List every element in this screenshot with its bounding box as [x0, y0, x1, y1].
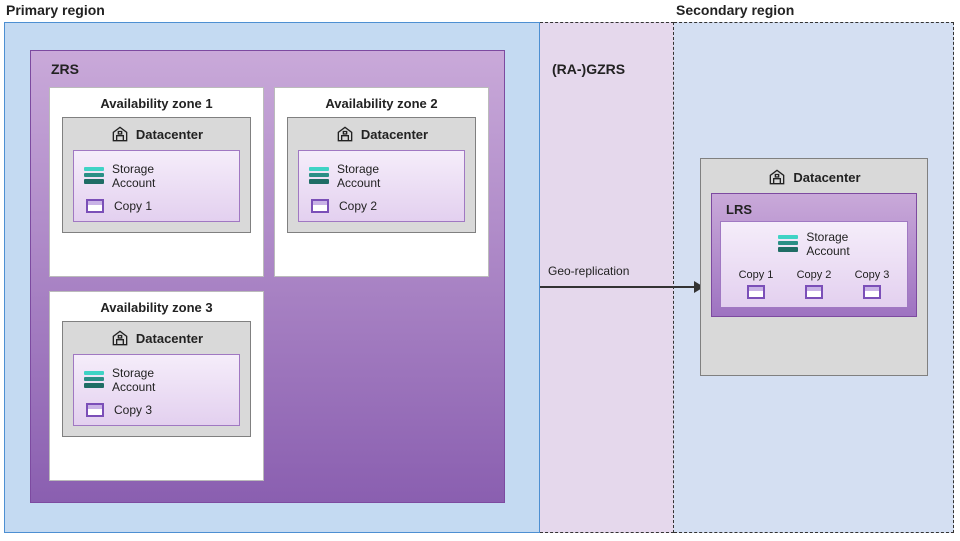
secondary-storage-label: Storage Account — [806, 230, 849, 259]
az2-storage-box: Storage Account Copy 2 — [298, 150, 465, 222]
copy-icon — [863, 285, 881, 299]
copy-icon — [86, 199, 104, 213]
az3-copy-label: Copy 3 — [114, 403, 152, 417]
az1-dc-label: Datacenter — [136, 127, 203, 142]
secondary-datacenter: Datacenter LRS Storage Account Copy 1 Co… — [700, 158, 928, 376]
datacenter-icon — [110, 124, 130, 144]
lrs-copy-2-label: Copy 2 — [797, 269, 832, 281]
lrs-copy-3-label: Copy 3 — [855, 269, 890, 281]
storage-account-icon — [778, 235, 798, 253]
lrs-storage-box: Storage Account Copy 1 Copy 2 Copy 3 — [720, 221, 908, 308]
az3-datacenter: Datacenter Storage Account Copy 3 — [62, 321, 251, 437]
copy-icon — [805, 285, 823, 299]
az1-storage-label: Storage Account — [112, 162, 155, 191]
az3-title: Availability zone 3 — [50, 292, 263, 321]
geo-replication-label: Geo-replication — [548, 264, 629, 278]
copy-icon — [747, 285, 765, 299]
primary-region-label: Primary region — [6, 2, 105, 18]
storage-account-icon — [309, 167, 329, 185]
datacenter-icon — [335, 124, 355, 144]
gzrs-label: (RA-)GZRS — [552, 61, 625, 77]
az2-copy-label: Copy 2 — [339, 199, 377, 213]
availability-zone-1: Availability zone 1 Datacenter Storage A… — [49, 87, 264, 277]
lrs-container: LRS Storage Account Copy 1 Copy 2 Copy 3 — [711, 193, 917, 317]
availability-zone-2: Availability zone 2 Datacenter Storage A… — [274, 87, 489, 277]
lrs-copy-1-label: Copy 1 — [739, 269, 774, 281]
az3-storage-box: Storage Account Copy 3 — [73, 354, 240, 426]
az2-title: Availability zone 2 — [275, 88, 488, 117]
storage-account-icon — [84, 371, 104, 389]
secondary-dc-label: Datacenter — [793, 170, 860, 185]
datacenter-icon — [767, 167, 787, 187]
az1-copy-label: Copy 1 — [114, 199, 152, 213]
lrs-copies-row: Copy 1 Copy 2 Copy 3 — [729, 269, 899, 299]
datacenter-icon — [110, 328, 130, 348]
zrs-label: ZRS — [51, 61, 79, 77]
az3-dc-label: Datacenter — [136, 331, 203, 346]
az3-storage-label: Storage Account — [112, 366, 155, 395]
secondary-region-label: Secondary region — [676, 2, 794, 18]
copy-icon — [86, 403, 104, 417]
az1-datacenter: Datacenter Storage Account Copy 1 — [62, 117, 251, 233]
lrs-copy-3: Copy 3 — [855, 269, 890, 299]
az1-storage-box: Storage Account Copy 1 — [73, 150, 240, 222]
az2-datacenter: Datacenter Storage Account Copy 2 — [287, 117, 476, 233]
az1-title: Availability zone 1 — [50, 88, 263, 117]
az2-storage-label: Storage Account — [337, 162, 380, 191]
geo-replication-arrow — [540, 286, 696, 288]
az2-dc-label: Datacenter — [361, 127, 428, 142]
lrs-copy-1: Copy 1 — [739, 269, 774, 299]
zrs-container: ZRS Availability zone 1 Datacenter Stora… — [30, 50, 505, 503]
storage-account-icon — [84, 167, 104, 185]
copy-icon — [311, 199, 329, 213]
lrs-label: LRS — [720, 200, 908, 221]
lrs-copy-2: Copy 2 — [797, 269, 832, 299]
availability-zone-3: Availability zone 3 Datacenter Storage A… — [49, 291, 264, 481]
